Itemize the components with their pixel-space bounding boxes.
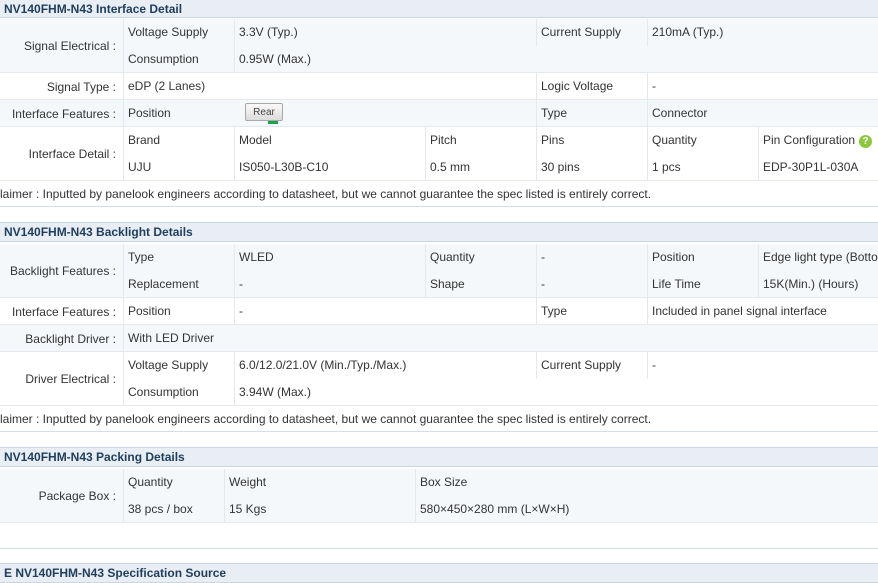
detail-header-pins: Pins: [536, 127, 647, 154]
interface-section-header: NV140FHM-N43 Interface Detail: [0, 0, 878, 18]
backlight-if-type-value: Included in panel signal interface: [647, 298, 878, 325]
driver-voltage-supply-label: Voltage Supply: [123, 352, 234, 379]
rear-position-button[interactable]: Rear: [245, 103, 283, 121]
signal-electrical-label: Signal Electrical :: [23, 39, 116, 53]
backlight-driver-value: With LED Driver: [123, 325, 878, 352]
packing-section-header: NV140FHM-N43 Packing Details: [0, 447, 878, 467]
packing-header-weight: Weight: [224, 469, 415, 496]
current-supply-label: Current Supply: [536, 19, 647, 46]
replacement-label: Replacement: [123, 271, 234, 298]
life-time-value: 15K(Min.) (Hours): [758, 271, 878, 298]
packing-section-title: NV140FHM-N43 Packing Details: [4, 450, 185, 464]
package-box-label: Package Box :: [38, 489, 116, 503]
backlight-interface-features-label: Interface Features :: [11, 305, 116, 319]
detail-model-value: IS050-L30B-C10: [234, 154, 425, 181]
backlight-driver-label: Backlight Driver :: [25, 332, 116, 346]
source-section-header: E NV140FHM-N43 Specification Source: [0, 563, 878, 583]
driver-current-supply-value: -: [647, 352, 878, 379]
backlight-type-value: WLED: [234, 244, 425, 271]
detail-pitch-value: 0.5 mm: [425, 154, 536, 181]
backlight-section-title: NV140FHM-N43 Backlight Details: [4, 225, 193, 239]
detail-quantity-value: 1 pcs: [647, 154, 758, 181]
position-label: Position: [123, 100, 234, 127]
voltage-supply-value: 3.3V (Typ.): [234, 19, 534, 46]
detail-header-quantity: Quantity: [647, 127, 758, 154]
detail-brand-value: UJU: [123, 154, 234, 181]
backlight-position-value: Edge light type (Botto: [758, 244, 878, 271]
detail-header-pitch: Pitch: [425, 127, 536, 154]
driver-consumption-label: Consumption: [123, 379, 234, 406]
detail-pin-configuration-value: EDP-30P1L-030A: [758, 154, 878, 181]
detail-pins-value: 30 pins: [536, 154, 647, 181]
current-supply-value: 210mA (Typ.): [647, 19, 878, 46]
consumption-label: Consumption: [123, 46, 234, 73]
backlight-features-label: Backlight Features :: [9, 264, 116, 278]
shape-label: Shape: [425, 271, 536, 298]
packing-header-quantity: Quantity: [123, 469, 224, 496]
interface-section-title: NV140FHM-N43 Interface Detail: [4, 2, 183, 16]
shape-value: -: [536, 271, 647, 298]
backlight-quantity-value: -: [536, 244, 647, 271]
help-icon[interactable]: ?: [859, 135, 872, 148]
interface-detail-label: Interface Detail :: [28, 147, 116, 161]
section-divider: [0, 206, 878, 207]
packing-header-box-size: Box Size: [415, 469, 878, 496]
logic-voltage-value: -: [647, 73, 878, 100]
backlight-position-label: Position: [647, 244, 758, 271]
backlight-quantity-label: Quantity: [425, 244, 536, 271]
interface-type-value: Connector: [647, 100, 878, 127]
backlight-type-label: Type: [123, 244, 234, 271]
driver-current-supply-label: Current Supply: [536, 352, 647, 379]
rear-indicator: [268, 121, 278, 124]
detail-header-brand: Brand: [123, 127, 234, 154]
source-section-title: E NV140FHM-N43 Specification Source: [4, 566, 227, 580]
backlight-disclaimer: laimer : Inputted by panelook engineers …: [0, 412, 652, 426]
driver-consumption-value: 3.94W (Max.): [234, 379, 534, 406]
interface-features-label: Interface Features :: [11, 107, 116, 121]
logic-voltage-label: Logic Voltage: [536, 73, 647, 100]
replacement-value: -: [234, 271, 425, 298]
packing-box-size-value: 580×450×280 mm (L×W×H): [415, 496, 878, 523]
life-time-label: Life Time: [647, 271, 758, 298]
driver-electrical-label: Driver Electrical :: [25, 372, 116, 386]
packing-quantity-value: 38 pcs / box: [123, 496, 224, 523]
voltage-supply-label: Voltage Supply: [123, 19, 234, 46]
backlight-if-type-label: Type: [536, 298, 647, 325]
interface-disclaimer: laimer : Inputted by panelook engineers …: [0, 187, 652, 201]
backlight-section-header: NV140FHM-N43 Backlight Details: [0, 222, 878, 242]
section-divider: [0, 548, 878, 549]
backlight-if-position-value: -: [234, 298, 534, 325]
backlight-if-position-label: Position: [123, 298, 234, 325]
signal-type-value: eDP (2 Lanes): [123, 73, 534, 100]
detail-header-model: Model: [234, 127, 425, 154]
interface-type-label: Type: [536, 100, 647, 127]
driver-voltage-supply-value: 6.0/12.0/21.0V (Min./Typ./Max.): [234, 352, 534, 379]
signal-type-label: Signal Type :: [46, 80, 116, 94]
consumption-value: 0.95W (Max.): [234, 46, 534, 73]
packing-weight-value: 15 Kgs: [224, 496, 415, 523]
section-divider: [0, 431, 878, 432]
